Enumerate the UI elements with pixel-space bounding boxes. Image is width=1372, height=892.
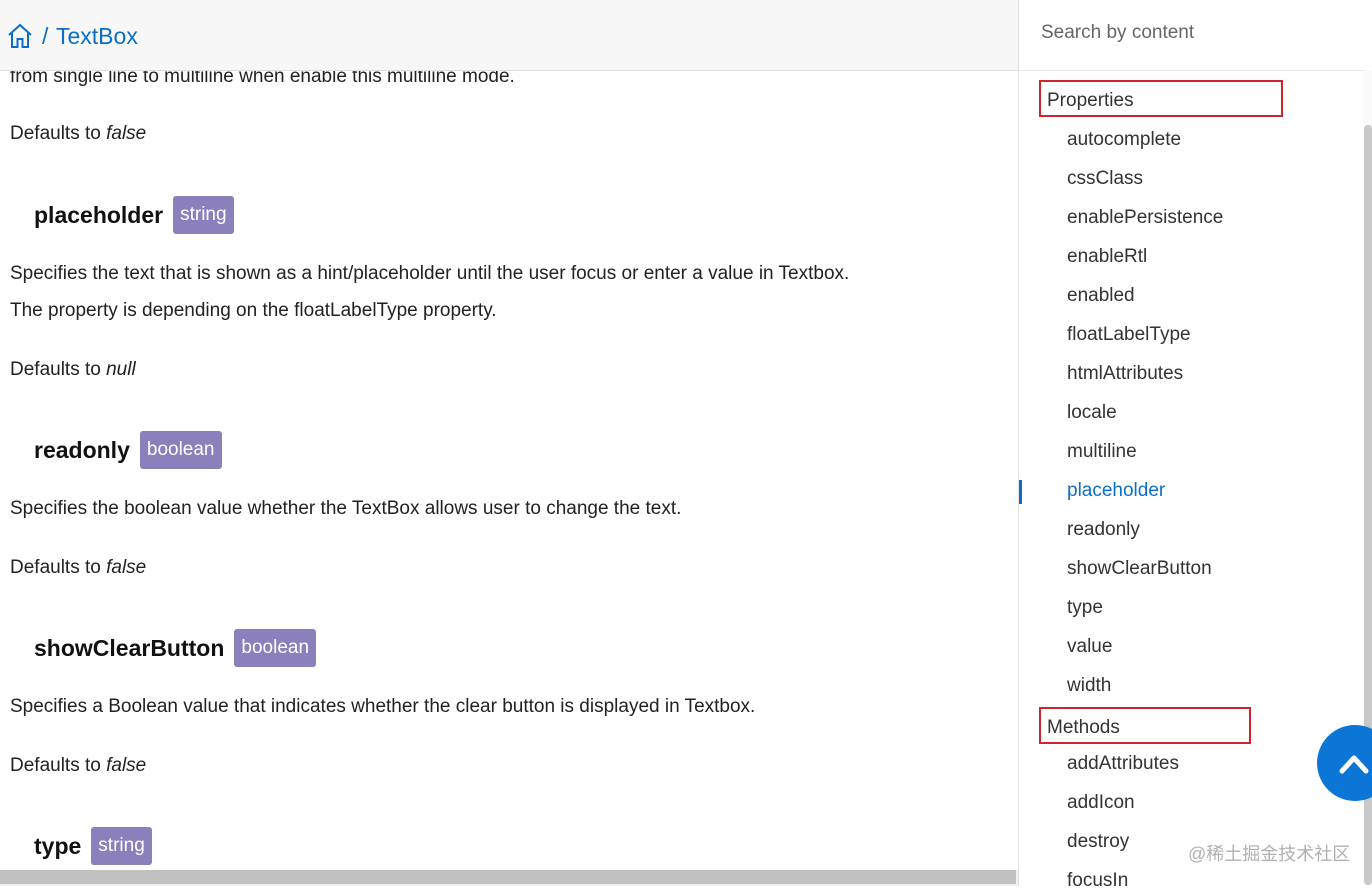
toc-item-focusin[interactable]: focusIn [1067,870,1128,892]
chevron-up-icon [1339,755,1369,774]
toc-item-htmlattributes[interactable]: htmlAttributes [1067,363,1183,385]
readonly-default: Defaults to false [10,557,147,578]
type-badge: string [91,827,152,865]
main-content: from single line to multiline when enabl… [0,0,1018,870]
toc-item-addattributes[interactable]: addAttributes [1067,753,1179,775]
toc-item-width[interactable]: width [1067,675,1111,697]
search-input[interactable] [1039,12,1353,54]
toc-item-multiline[interactable]: multiline [1067,441,1137,463]
toc-item-cssclass[interactable]: cssClass [1067,168,1143,190]
toc-group-properties[interactable]: Properties [1039,80,1283,117]
toc-item-floatlabeltype[interactable]: floatLabelType [1067,324,1191,346]
property-name: showClearButton [34,634,225,661]
toc-item-enablertl[interactable]: enableRtl [1067,246,1147,268]
toc-item-locale[interactable]: locale [1067,402,1117,424]
property-header-readonly: readonly boolean [34,431,222,469]
type-badge: boolean [139,431,222,469]
toc-item-showclearbutton[interactable]: showClearButton [1067,558,1212,580]
placeholder-description-2: The property is depending on the floatLa… [10,300,497,321]
toc-item-value[interactable]: value [1067,636,1112,658]
property-name: readonly [34,436,130,463]
property-name: placeholder [34,201,164,228]
breadcrumb-current[interactable]: TextBox [56,23,138,50]
active-indicator [1019,480,1022,504]
property-header-type: type string [34,827,152,865]
watermark: @稀土掘金技术社区 [1188,844,1351,864]
multiline-default: Defaults to false [10,123,147,144]
search-box [1019,0,1372,71]
type-badge: string [173,196,234,234]
toc-item-placeholder[interactable]: placeholder [1067,480,1165,502]
home-icon[interactable] [6,22,34,50]
toc-item-destroy[interactable]: destroy [1067,831,1129,853]
readonly-description: Specifies the boolean value whether the … [10,498,682,519]
property-header-placeholder: placeholder string [34,196,234,234]
showclearbutton-description: Specifies a Boolean value that indicates… [10,696,756,717]
scroll-to-top-button[interactable] [1317,725,1372,801]
toc-item-enablepersistence[interactable]: enablePersistence [1067,207,1223,229]
horizontal-scrollbar-thumb[interactable] [0,870,1016,884]
toc-item-type[interactable]: type [1067,597,1103,619]
placeholder-description: Specifies the text that is shown as a hi… [10,263,850,284]
breadcrumb-separator: / [42,23,49,49]
toc-item-enabled[interactable]: enabled [1067,285,1135,307]
placeholder-default: Defaults to null [10,359,136,380]
breadcrumb: / TextBox [0,0,1018,71]
property-name: type [34,832,82,859]
toc-item-addicon[interactable]: addIcon [1067,792,1135,814]
horizontal-scrollbar[interactable] [0,870,1018,886]
showclearbutton-default: Defaults to false [10,755,147,776]
type-badge: boolean [234,629,317,667]
toc-group-methods[interactable]: Methods [1039,707,1251,744]
toc-item-autocomplete[interactable]: autocomplete [1067,129,1181,151]
toc-item-readonly[interactable]: readonly [1067,519,1140,541]
property-header-showclearbutton: showClearButton boolean [34,629,317,667]
